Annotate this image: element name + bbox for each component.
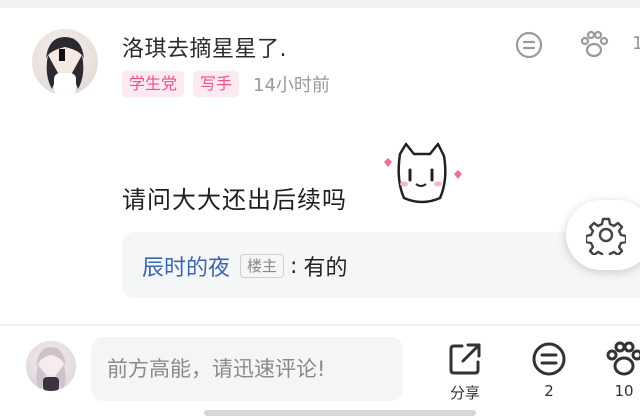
reply-username[interactable]: 辰时的夜 [142,250,230,282]
settings-gear-icon [586,217,626,255]
share-button[interactable]: 分享 [446,340,484,403]
comment-count: 2 [544,382,554,400]
owner-tag: 楼主 [240,254,285,278]
badge-row: 学生党 写手 14小时前 [122,71,330,97]
reply-box[interactable]: 辰时的夜 楼主 : 有的 [122,232,640,298]
comment-text: 请问大大还出后续吗 [122,186,347,214]
divider [0,324,640,326]
settings-button[interactable] [566,200,640,270]
reply-content: 有的 [303,256,348,281]
like-button[interactable]: 10 [604,340,640,400]
comment-icon [532,342,566,376]
comment-input[interactable] [91,337,403,401]
reply-separator: : [290,253,298,279]
home-indicator[interactable] [204,410,476,416]
top-strip [0,0,640,8]
like-count: 10 [614,382,634,400]
comment-icon[interactable] [514,30,544,64]
reply-line: 辰时的夜 楼主 : 有的 [142,250,347,282]
share-icon [449,343,481,375]
badge-student: 学生党 [122,71,185,97]
my-avatar[interactable] [26,341,76,391]
commenter-avatar[interactable] [32,29,98,95]
like-count-partial: 1 [632,33,640,54]
paw-like-icon [606,341,640,376]
badge-writer: 写手 [193,71,240,97]
cat-sticker [376,140,468,214]
paw-like-icon[interactable] [578,28,610,64]
share-label: 分享 [449,384,480,402]
comment-time: 14小时前 [253,75,330,96]
comments-button[interactable]: 2 [530,340,568,400]
commenter-username[interactable]: 洛琪去摘星星了. [122,31,287,63]
